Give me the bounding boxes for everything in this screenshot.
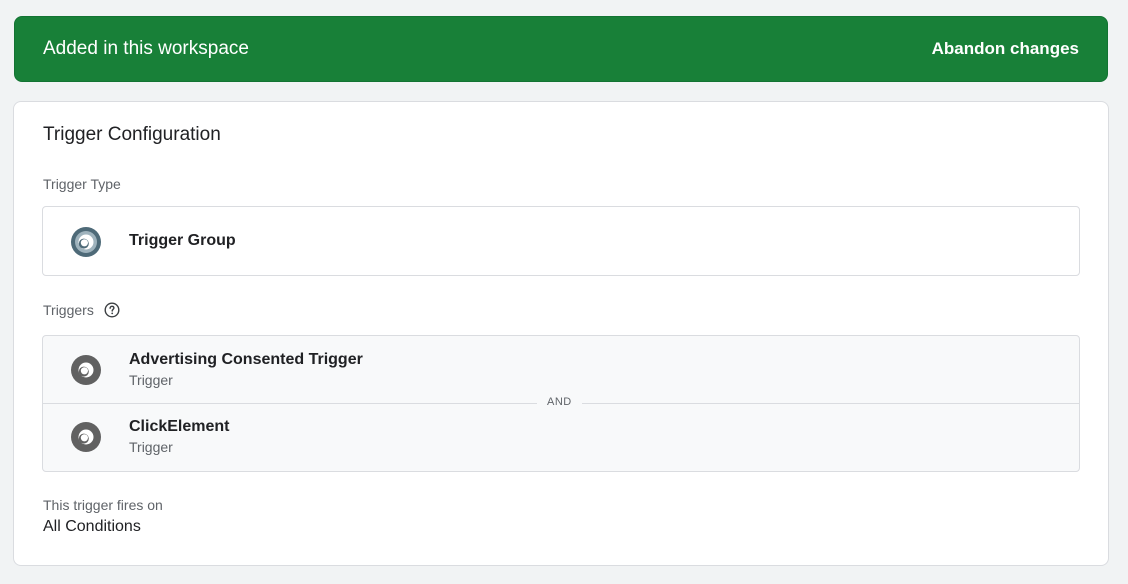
- banner-title: Added in this workspace: [43, 38, 249, 59]
- trigger-name: Advertising Consented Trigger: [129, 351, 363, 368]
- trigger-list-item[interactable]: ClickElement Trigger: [43, 404, 1079, 471]
- trigger-list-item[interactable]: Advertising Consented Trigger Trigger: [43, 336, 1079, 403]
- card-title: Trigger Configuration: [43, 124, 221, 145]
- workspace-status-banner: Added in this workspace Abandon changes: [14, 16, 1108, 82]
- trigger-icon: [71, 355, 101, 385]
- trigger-type-name: Trigger Group: [129, 232, 236, 249]
- abandon-changes-button[interactable]: Abandon changes: [932, 39, 1079, 59]
- fires-on-label: This trigger fires on: [43, 497, 163, 513]
- trigger-group-icon: [71, 227, 101, 257]
- triggers-list: Advertising Consented Trigger Trigger AN…: [42, 335, 1080, 472]
- triggers-label: Triggers: [43, 302, 94, 318]
- trigger-icon: [71, 422, 101, 452]
- trigger-name: ClickElement: [129, 418, 230, 435]
- trigger-type-label: Trigger Type: [43, 176, 121, 192]
- trigger-type-text: Trigger: [129, 439, 173, 455]
- help-circle-icon[interactable]: [104, 302, 120, 318]
- trigger-configuration-card: Trigger Configuration Trigger Type Trigg…: [13, 101, 1109, 566]
- fires-on-value: All Conditions: [43, 518, 141, 535]
- triggers-section-header: Triggers: [43, 302, 120, 318]
- trigger-type-selector[interactable]: Trigger Group: [42, 206, 1080, 276]
- trigger-type-text: Trigger: [129, 372, 173, 388]
